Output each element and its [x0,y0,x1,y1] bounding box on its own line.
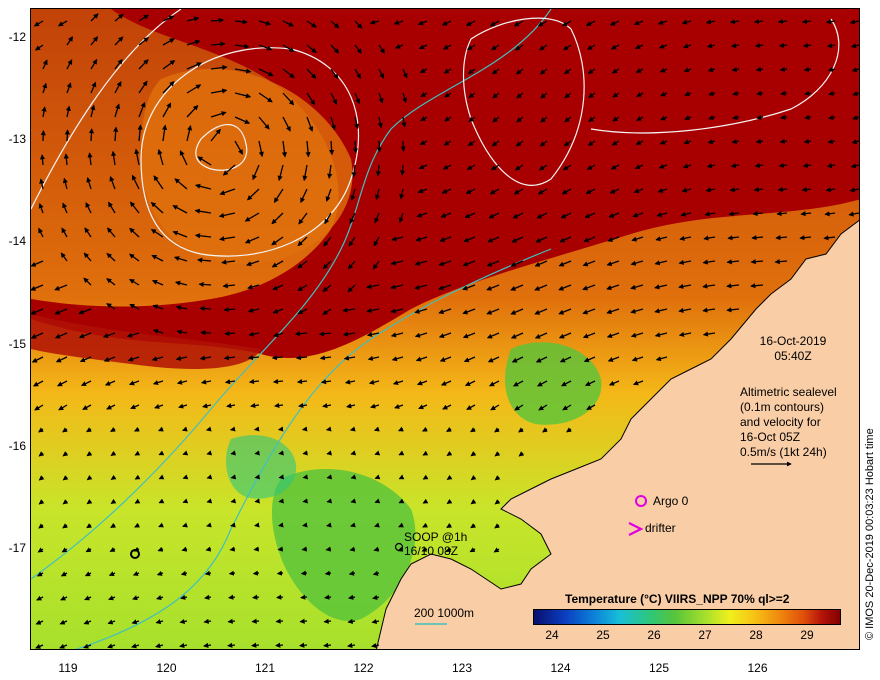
colorbar-tick-label: 26 [647,628,661,642]
velocity-arrow [230,498,237,504]
velocity-arrow [252,594,260,600]
velocity-arrow [326,450,333,456]
colorbar-title: Temperature (°C) VIIRS_NPP 70% ql>=2 [565,592,790,606]
credit-text: © IMOS 20-Dec-2019 00:03:23 Hobart time [864,428,876,640]
velocity-arrow [230,450,236,456]
velocity-arrow [302,498,309,504]
velocity-arrow [39,154,46,166]
velocity-arrow [253,546,260,552]
alt-line: Altimetric sealevel [740,385,837,399]
velocity-arrow [278,450,284,456]
velocity-arrow [227,642,236,648]
colorbar-tick-label: 29 [800,628,814,642]
velocity-arrow [302,522,308,528]
velocity-arrow [224,330,236,337]
lat-tick-label: -15 [8,336,26,351]
velocity-arrow [323,618,332,624]
velocity-arrow [323,642,332,648]
time-text: 05:40Z [774,349,812,363]
velocity-arrow [253,426,260,432]
velocity-arrow [325,546,332,552]
velocity-arrow [254,522,260,528]
velocity-arrow [278,498,284,504]
velocity-arrow [325,426,332,432]
velocity-arrow [300,594,308,600]
velocity-arrow [399,164,406,176]
velocity-arrow [251,618,260,624]
alt-line: 0.5m/s (1kt 24h) [740,445,827,459]
altimetry-legend: Altimetric sealevel (0.1m contours) and … [740,385,837,460]
velocity-arrow [230,522,236,528]
velocity-arrow [228,570,236,576]
velocity-arrow [324,594,332,600]
timestamp-block: 16-Oct-2019 05:40Z [738,334,848,364]
lat-tick-label: -14 [8,234,26,249]
velocity-arrow [302,474,309,480]
soop-line: SOOP @1h [404,530,468,544]
velocity-arrow [352,140,359,154]
lon-tick-label: 119 [58,661,78,675]
velocity-arrow [276,594,284,600]
colorbar [533,609,841,625]
velocity-arrow [278,474,285,480]
velocity-arrow [275,618,284,624]
velocity-arrow [223,306,236,313]
colorbar-tick-label: 28 [749,628,763,642]
velocity-arrow [326,498,333,504]
velocity-arrow [326,522,332,528]
velocity-arrow [229,426,236,432]
argo-label: Argo 0 [653,494,689,508]
velocity-arrow [277,426,284,432]
velocity-arrow [275,642,284,648]
soop-label: SOOP @1h 16/10 08Z [404,530,467,558]
lat-tick-label: -16 [8,438,26,453]
colorbar-tick-label: 25 [596,628,610,642]
velocity-arrow [277,546,284,552]
lon-tick-label: 122 [353,661,374,675]
velocity-arrow [301,546,308,552]
lon-tick-label: 126 [747,661,768,675]
velocity-arrow [254,474,261,480]
velocity-arrow [252,570,260,576]
velocity-arrow [299,642,308,648]
velocity-arrow [227,618,236,624]
lon-tick-label: 121 [254,661,276,675]
velocity-arrow [302,450,308,456]
velocity-arrow [251,642,260,648]
colorbar-tick-label: 24 [545,628,559,642]
velocity-arrow [254,498,261,504]
velocity-arrow [376,140,382,153]
drifter-label: drifter [645,521,676,535]
lat-tick-label: -13 [8,132,26,147]
lat-tick-label: -17 [8,541,26,555]
velocity-arrow [301,426,308,432]
velocity-arrow [200,330,212,336]
velocity-arrow [254,450,260,456]
bathy-legend-label: 200 1000m [414,606,475,620]
velocity-arrow [278,522,284,528]
velocity-arrow [276,570,284,576]
velocity-arrow [228,594,236,600]
velocity-arrow [198,281,212,288]
colorbar-tick-label: 27 [698,628,712,642]
velocity-arrow [229,546,236,552]
soop-line: 16/10 08Z [404,544,459,558]
lon-tick-label: 125 [648,661,670,675]
velocity-arrow [324,570,332,576]
velocity-arrow [326,474,333,480]
velocity-arrow [199,306,212,312]
velocity-arrow [88,128,95,142]
alt-line: (0.1m contours) [740,400,825,414]
velocity-arrow [299,618,308,624]
alt-line: 16-Oct 05Z [740,430,801,444]
lon-tick-label: 120 [156,661,177,675]
velocity-arrow [300,570,308,576]
lat-tick-label: -12 [8,30,26,44]
velocity-arrow [230,474,237,480]
alt-line: and velocity for [740,415,821,429]
lon-tick-label: 124 [550,661,571,675]
velocity-arrow [64,129,70,142]
date-text: 16-Oct-2019 [759,334,827,348]
lon-tick-label: 123 [451,661,473,675]
